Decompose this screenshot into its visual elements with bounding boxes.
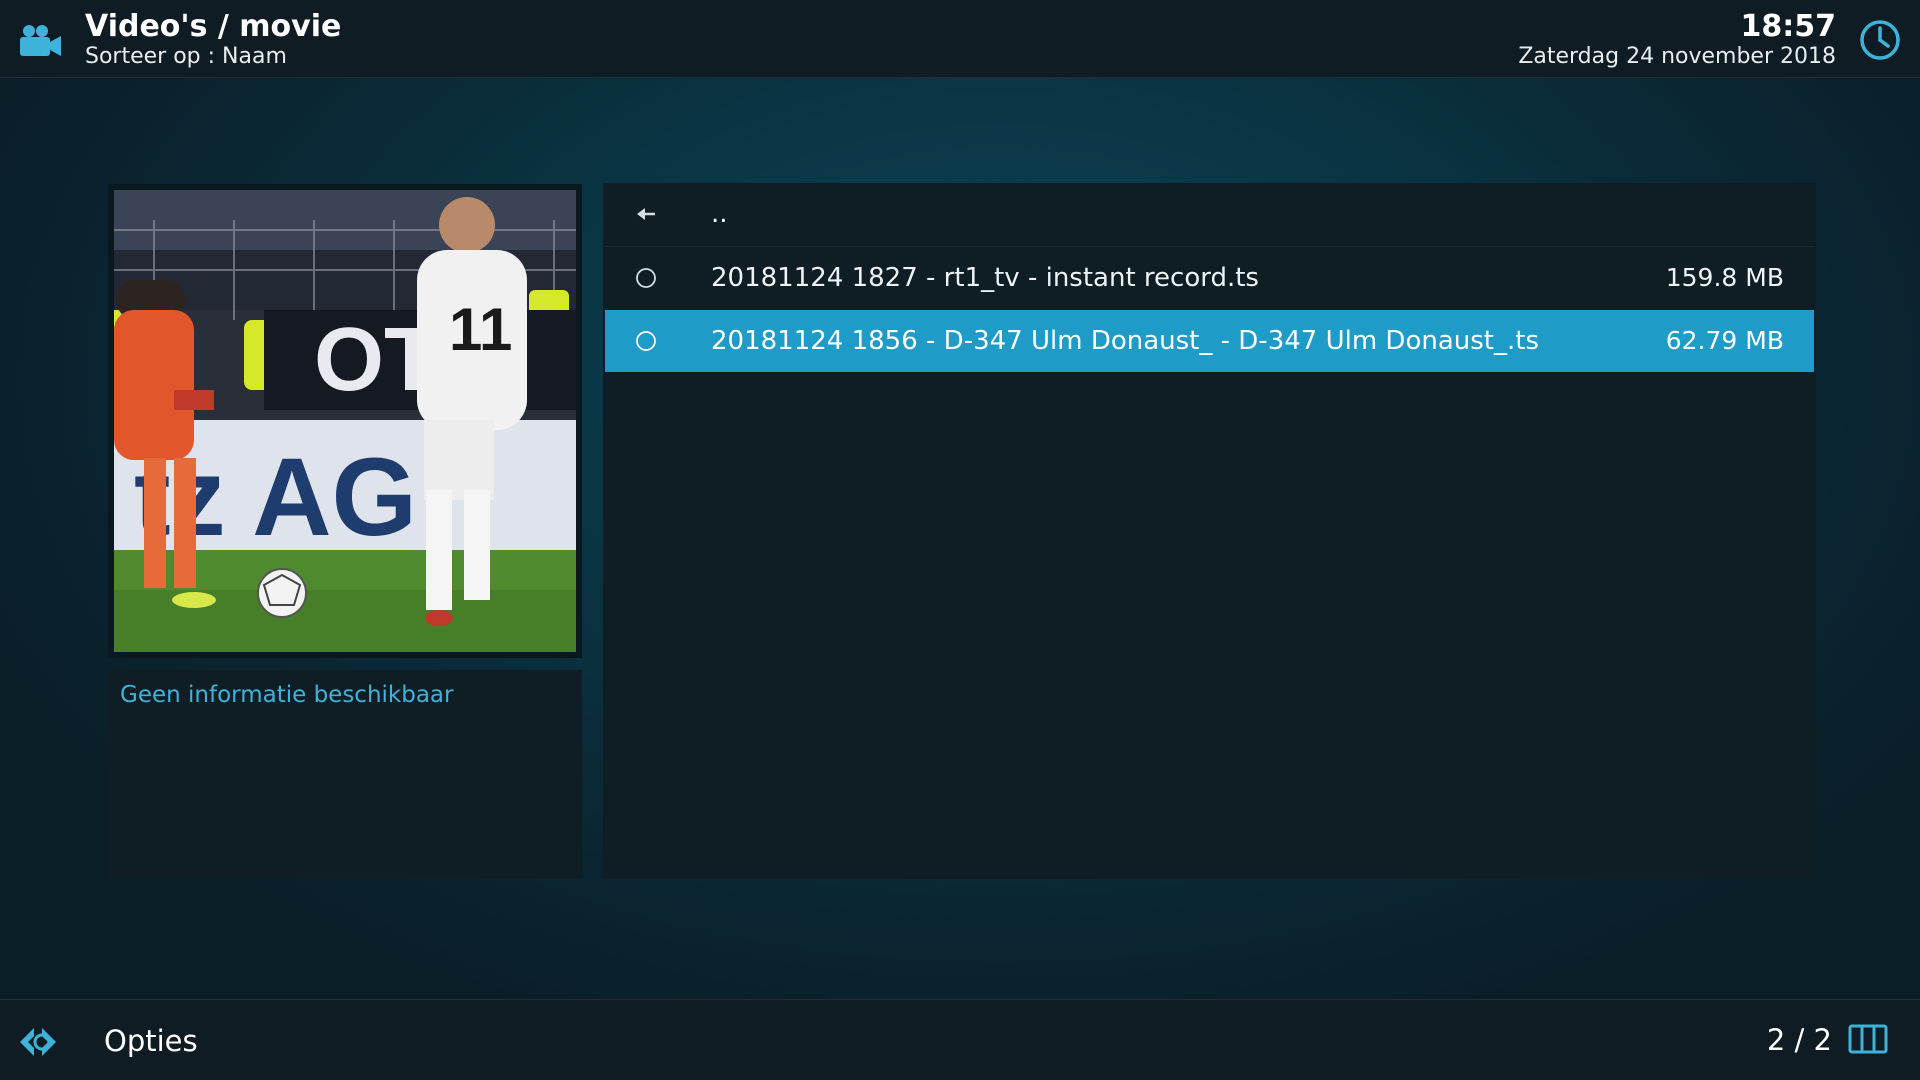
page-title: Video's / movie [85,9,342,44]
file-list: .. 20181124 1827 - rt1_tv - instant reco… [603,183,1816,879]
clock-icon [1858,18,1902,62]
parent-folder-item[interactable]: .. [605,183,1814,245]
view-mode-icon[interactable] [1848,1020,1888,1056]
options-arrows-icon[interactable] [18,1022,58,1062]
info-panel: Geen informatie beschikbaar [108,670,582,879]
thumbnail-frame: OTT tz AG 11 [108,184,582,658]
options-button[interactable]: Opties [104,1000,198,1080]
file-size: 159.8 MB [1665,263,1784,292]
info-text: Geen informatie beschikbaar [120,682,454,708]
parent-folder-label: .. [711,199,728,229]
page-count: 2 / 2 [1766,1023,1832,1057]
sort-label: Sorteer op : Naam [85,44,287,69]
header-bar: Video's / movie Sorteer op : Naam 18:57 … [0,0,1920,78]
date-label: Zaterdag 24 november 2018 [1518,44,1836,69]
list-item[interactable]: 20181124 1827 - rt1_tv - instant record.… [605,246,1814,309]
file-size: 62.79 MB [1665,326,1784,355]
file-name: 20181124 1856 - D-347 Ulm Donaust_ - D-3… [711,326,1539,356]
file-name: 20181124 1827 - rt1_tv - instant record.… [711,263,1259,293]
video-thumbnail: OTT tz AG 11 [114,190,576,652]
back-arrow-icon [635,203,657,225]
footer-bar: Opties 2 / 2 [0,999,1920,1080]
svg-text:11: 11 [449,296,512,363]
clock-time: 18:57 [1740,9,1837,44]
list-item-selected[interactable]: 20181124 1856 - D-347 Ulm Donaust_ - D-3… [605,310,1814,372]
unwatched-circle-icon [635,267,657,289]
video-camera-icon [18,22,62,58]
unwatched-circle-icon [635,330,657,352]
